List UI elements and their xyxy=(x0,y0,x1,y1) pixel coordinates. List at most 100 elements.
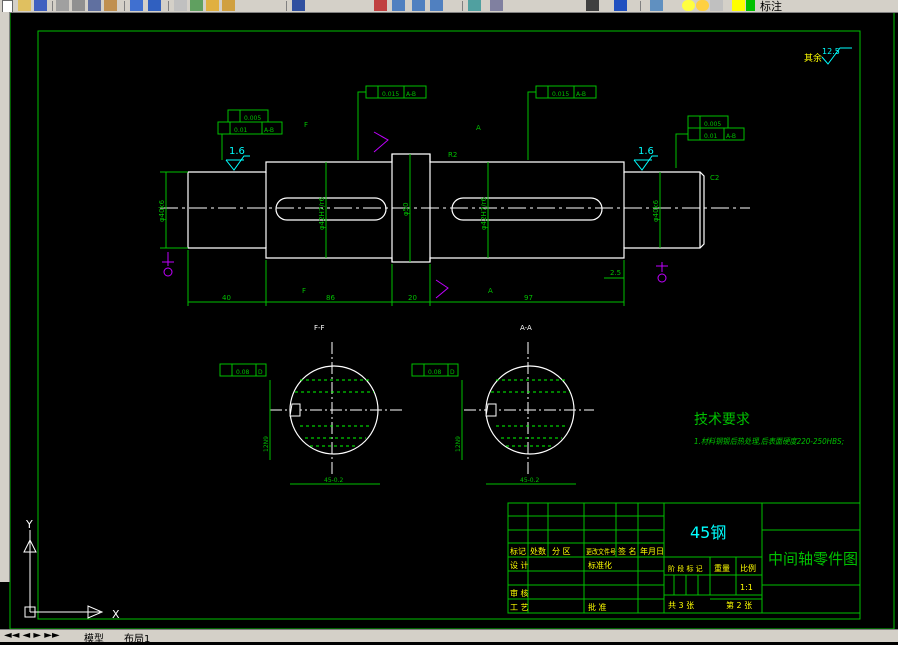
tr-design: 设 计 xyxy=(510,560,529,570)
dim-97: 97 xyxy=(524,294,533,302)
tol-mid2-datum: A-B xyxy=(576,91,586,98)
th-date: 年月日 xyxy=(640,546,664,556)
layers-icon[interactable] xyxy=(650,0,663,11)
roughness-other-label: 其余 xyxy=(804,52,822,64)
section-aa-label: A-A xyxy=(520,324,532,332)
sec1-datum: D xyxy=(258,369,263,376)
th-count: 处数 xyxy=(530,546,546,556)
chamfer-c2: C2 xyxy=(710,174,719,182)
tool-palette-icon[interactable] xyxy=(412,0,425,11)
dim-d4: φ42H7/r6 xyxy=(480,197,488,230)
ucs-x-label: X xyxy=(112,608,120,621)
th-zone: 分 区 xyxy=(552,547,571,556)
tb-scale-value: 1:1 xyxy=(740,583,753,592)
drawing-canvas[interactable]: 其余 12.5 φ40k6 φ42H7/r6 φ50 φ42H7/r6 φ40k… xyxy=(0,0,898,641)
sec1-tol-sym: 0.08 xyxy=(236,369,250,376)
color-icon[interactable] xyxy=(732,0,745,11)
dim-40: 40 xyxy=(222,294,231,302)
paste-icon[interactable] xyxy=(104,0,117,11)
sec2-tol-sym: 0.08 xyxy=(428,369,442,376)
print-icon[interactable] xyxy=(56,0,69,11)
dim-d3: φ50 xyxy=(402,202,410,216)
tol-right-datum: A-B xyxy=(726,133,736,140)
standard-toolbar: 标注 xyxy=(0,0,898,13)
brush-icon[interactable] xyxy=(130,0,143,11)
layout-tabs-bar: ◄◄ ◄ ► ►► 模型 布局1 xyxy=(0,629,898,645)
undo-icon[interactable] xyxy=(148,0,161,11)
roughness-keyway-symbols xyxy=(373,131,449,299)
tab-nav-arrows[interactable]: ◄◄ ◄ ► ►► xyxy=(4,630,60,641)
th-docno: 更改文件号 xyxy=(586,547,616,556)
tol-mid1-datum: A-B xyxy=(406,91,416,98)
tol-mid1-runout: 0.015 xyxy=(382,91,399,98)
ucs-y-label: Y xyxy=(25,518,33,531)
datum-symbol-b xyxy=(656,262,668,283)
calc-icon[interactable] xyxy=(490,0,503,11)
left-dock xyxy=(0,12,10,582)
redo-icon[interactable] xyxy=(174,0,187,11)
sec2-datum: D xyxy=(450,369,455,376)
section-ff-label: F-F xyxy=(314,324,325,332)
tol-left-datum: A-B xyxy=(264,127,274,134)
tb-weight: 重量 xyxy=(714,563,730,573)
keyway-right xyxy=(451,197,603,221)
current-layer-label[interactable]: 标注 xyxy=(760,0,782,12)
properties-icon[interactable] xyxy=(374,0,387,11)
help-icon-2[interactable] xyxy=(614,0,627,11)
section-ff-view xyxy=(219,342,404,485)
sheet-inner-frame xyxy=(37,30,861,620)
pan-icon[interactable] xyxy=(190,0,203,11)
tab-model[interactable]: 模型 xyxy=(84,630,104,645)
dim-20: 20 xyxy=(408,294,417,302)
dim-2-5: 2.5 xyxy=(610,269,621,277)
th-sign: 签 名 xyxy=(618,546,637,556)
tol-mid2-runout: 0.015 xyxy=(552,91,569,98)
tb-stage: 阶 段 标 记 xyxy=(668,564,703,573)
design-center-icon[interactable] xyxy=(392,0,405,11)
tab-layout1[interactable]: 布局1 xyxy=(124,630,150,645)
help-icon[interactable] xyxy=(586,0,599,11)
datum-symbol-a xyxy=(162,252,174,277)
roughness-right-symbol xyxy=(633,155,658,171)
copy-icon[interactable] xyxy=(88,0,101,11)
sheet-set-icon[interactable] xyxy=(430,0,443,11)
tb-scale-label: 比例 xyxy=(740,563,756,573)
fillet-r2: R2 xyxy=(448,151,457,159)
open-icon[interactable] xyxy=(18,0,31,11)
dim-d5: φ40k6 xyxy=(652,199,660,222)
roughness-other-value: 12.5 xyxy=(822,47,840,56)
th-mark: 标记 xyxy=(510,546,526,556)
markup-icon[interactable] xyxy=(468,0,481,11)
tr-std: 标准化 xyxy=(588,560,612,570)
tech-req-line-1: 1.材料钢锻后热处理,后表面硬度220-250HBS; xyxy=(694,437,844,446)
dim-86: 86 xyxy=(326,294,335,302)
ucs-icon xyxy=(23,530,104,619)
title-drawing-name: 中间轴零件图 xyxy=(768,550,858,568)
section-aa-view xyxy=(411,342,594,485)
sec2-dim: 45-0.2 xyxy=(520,477,540,484)
tech-req-title: 技术要求 xyxy=(694,412,750,428)
roughness-right-value: 1.6 xyxy=(638,146,654,157)
lock-icon[interactable] xyxy=(710,0,723,11)
dim-d1: φ40k6 xyxy=(158,199,166,222)
label-f-bottom: F xyxy=(302,287,306,295)
sheet-outer-frame xyxy=(9,11,895,630)
layer-color-swatch[interactable] xyxy=(746,0,755,11)
tol-right-circ: 0.005 xyxy=(704,121,721,128)
sec2-keyway: 12N9 xyxy=(455,436,462,452)
tr-check: 审 核 xyxy=(510,588,529,598)
zoom-window-icon[interactable] xyxy=(222,0,235,11)
tol-left-runout: 0.01 xyxy=(234,127,248,134)
zoom-previous-icon[interactable] xyxy=(292,0,305,11)
bulb-icon[interactable] xyxy=(682,0,695,11)
tb-sheet-no: 第 2 张 xyxy=(726,600,752,610)
title-material: 45钢 xyxy=(690,523,726,542)
sec1-dim: 45-0.2 xyxy=(324,477,344,484)
keyway-left xyxy=(275,197,387,221)
zoom-realtime-icon[interactable] xyxy=(206,0,219,11)
label-a-top: A xyxy=(476,124,481,132)
cut-icon[interactable] xyxy=(72,0,85,11)
tol-left-circ: 0.005 xyxy=(244,115,261,122)
save-icon[interactable] xyxy=(34,0,47,11)
sun-icon[interactable] xyxy=(696,0,709,11)
